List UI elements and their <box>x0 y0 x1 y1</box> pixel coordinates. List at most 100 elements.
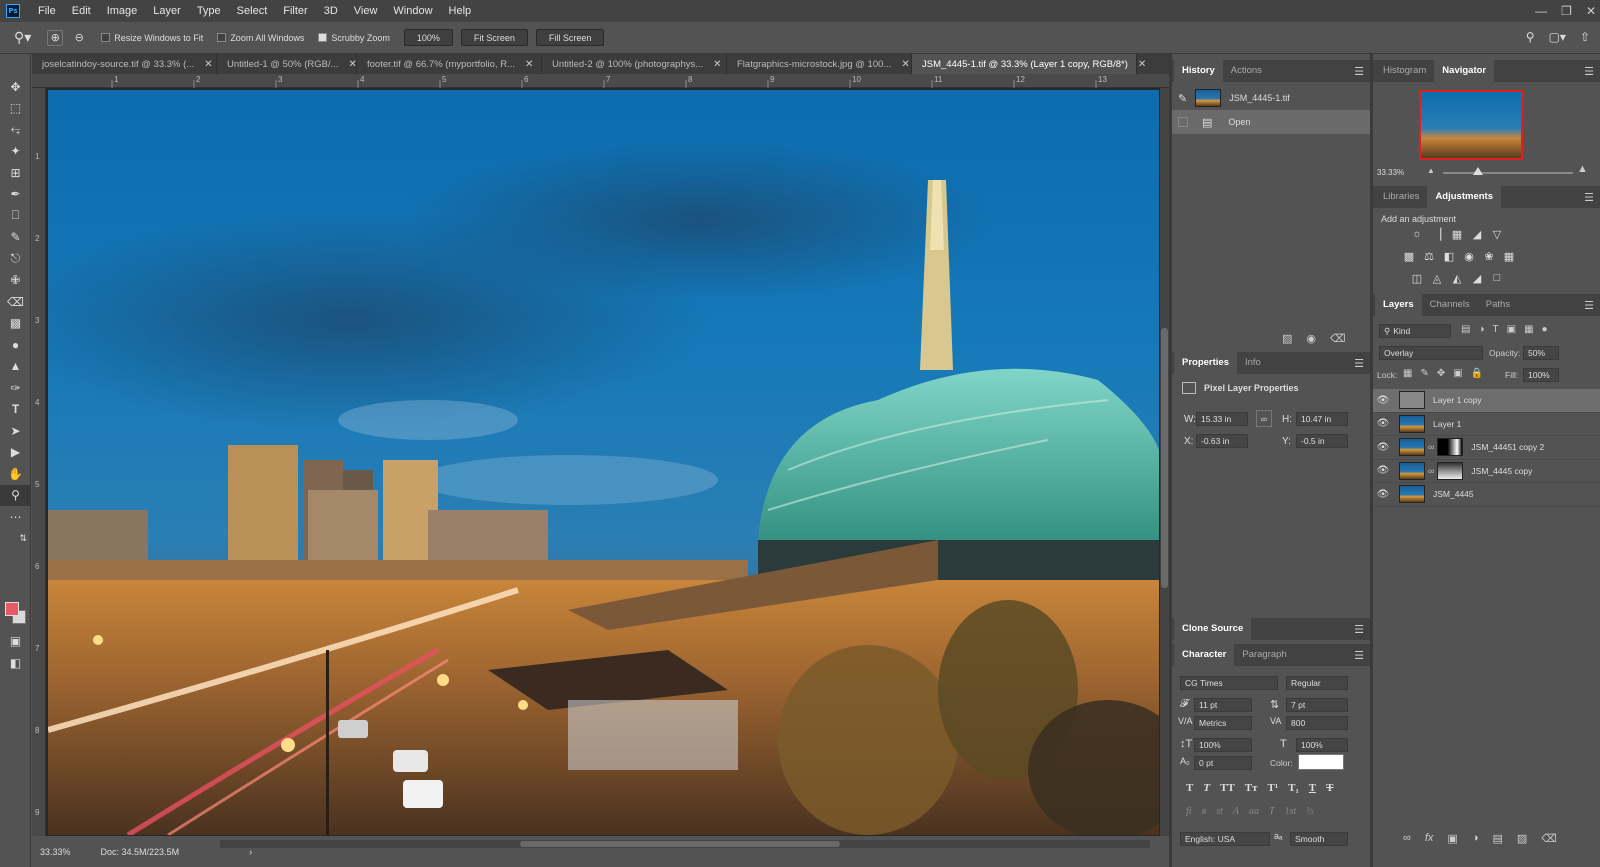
zoom-out-mountain-icon[interactable]: ▲ <box>1427 166 1435 175</box>
menu-help[interactable]: Help <box>441 0 480 22</box>
panel-menu-icon[interactable]: ☰ <box>1354 65 1364 78</box>
lock-transparent-icon[interactable]: ▦ <box>1403 368 1412 379</box>
close-tab-icon[interactable]: ✕ <box>713 59 721 70</box>
zoom-100-button[interactable]: 100% <box>403 29 453 46</box>
brightness-icon[interactable]: ☼ <box>1409 226 1425 242</box>
faux-italic-icon[interactable]: T <box>1203 782 1210 794</box>
tab-character[interactable]: Character <box>1174 644 1235 666</box>
trash-icon[interactable]: ⌫ <box>1541 832 1557 845</box>
visibility-eye-icon[interactable]: 👁 <box>1373 442 1393 453</box>
link-dimensions-icon[interactable]: ∞ <box>1256 410 1272 427</box>
menu-select[interactable]: Select <box>229 0 276 22</box>
underline-icon[interactable]: T <box>1309 782 1316 794</box>
fill-screen-button[interactable]: Fill Screen <box>535 29 605 46</box>
screen-mode-icon[interactable]: ◧ <box>0 652 31 674</box>
small-caps-icon[interactable]: Tт <box>1245 782 1258 794</box>
opacity-field[interactable]: 50% <box>1523 346 1559 360</box>
black-white-icon[interactable]: ◧ <box>1441 248 1457 264</box>
navigator-zoom-value[interactable]: 33.33% <box>1377 168 1404 177</box>
scrollbar-thumb[interactable] <box>520 841 840 847</box>
mask-link-icon[interactable]: ∞ <box>1428 442 1434 452</box>
layer-filter-kind[interactable]: ⚲ Kind <box>1379 324 1451 338</box>
camera-icon[interactable]: ◉ <box>1306 332 1316 345</box>
titling-icon[interactable]: aa <box>1249 806 1259 817</box>
doc-tab-1[interactable]: joselcatindoy-source.tif @ 33.3% (... ✕ <box>32 54 217 74</box>
faux-bold-icon[interactable]: T <box>1186 782 1193 794</box>
marquee-tool-icon[interactable]: ⬚ <box>0 98 31 120</box>
visibility-eye-icon[interactable]: 👁 <box>1373 418 1393 429</box>
menu-image[interactable]: Image <box>99 0 146 22</box>
font-size-field[interactable]: 11 pt <box>1194 698 1252 712</box>
ordinal-icon[interactable]: A <box>1233 806 1239 817</box>
x-field[interactable]: -0.63 in <box>1196 434 1248 448</box>
superscript-icon[interactable]: T¹ <box>1268 782 1279 794</box>
menu-view[interactable]: View <box>346 0 386 22</box>
visibility-eye-icon[interactable]: 👁 <box>1373 489 1393 500</box>
tab-actions[interactable]: Actions <box>1223 60 1270 82</box>
shape-tool-icon[interactable]: ▶ <box>0 442 31 464</box>
zoom-tool-icon[interactable]: ⚲ <box>0 484 31 506</box>
zoom-tool-icon[interactable]: ⚲▾ <box>14 29 31 46</box>
link-layers-icon[interactable]: ∞ <box>1403 832 1411 845</box>
font-style-select[interactable]: Regular <box>1286 676 1348 690</box>
search-icon[interactable]: ⚲ <box>1526 30 1535 44</box>
gradient-map-icon[interactable]: □ <box>1489 270 1505 286</box>
layer-mask-thumbnail[interactable] <box>1437 438 1464 457</box>
menu-layer[interactable]: Layer <box>145 0 189 22</box>
new-adjustment-icon[interactable]: ◑ <box>1472 832 1479 845</box>
trash-icon[interactable]: ⌫ <box>1330 332 1346 345</box>
tab-libraries[interactable]: Libraries <box>1375 186 1427 208</box>
scrubby-zoom-checkbox[interactable]: Scrubby Zoom <box>318 33 390 43</box>
exposure-icon[interactable]: ◢ <box>1469 226 1485 242</box>
menu-window[interactable]: Window <box>385 0 440 22</box>
kerning-field[interactable]: Metrics <box>1194 716 1252 730</box>
panel-menu-icon[interactable]: ☰ <box>1584 299 1594 312</box>
scrollbar-thumb[interactable] <box>1161 328 1168 588</box>
more-tools-icon[interactable]: ⋯ <box>0 506 31 528</box>
eraser-tool-icon[interactable]: ⌫ <box>0 291 31 313</box>
navigator-zoom-slider[interactable] <box>1443 172 1573 174</box>
zoom-level[interactable]: 33.33% <box>40 847 71 857</box>
dodge-tool-icon[interactable]: ▲ <box>0 356 31 378</box>
swap-colors-icon[interactable]: ⇅ <box>0 528 31 550</box>
text-color-swatch[interactable] <box>1298 754 1344 770</box>
brush-tool-icon[interactable]: ✎ <box>0 227 31 249</box>
history-snapshot[interactable]: ✎ JSM_4445-1.tif <box>1172 86 1370 110</box>
history-checkbox-icon[interactable] <box>1178 117 1188 127</box>
invert-icon[interactable]: ◫ <box>1409 270 1425 286</box>
doc-tab-4[interactable]: Untitled-2 @ 100% (photographys... ✕ <box>542 54 727 74</box>
tracking-field[interactable]: 800 <box>1286 716 1348 730</box>
close-tab-icon[interactable]: ✕ <box>349 59 357 70</box>
panel-menu-icon[interactable]: ☰ <box>1354 357 1364 370</box>
new-group-icon[interactable]: ▤ <box>1492 832 1502 845</box>
navigator-slider-handle[interactable] <box>1473 167 1483 175</box>
menu-type[interactable]: Type <box>189 0 229 22</box>
menu-edit[interactable]: Edit <box>64 0 99 22</box>
filter-smart-object-icon[interactable]: ▦ <box>1524 324 1533 335</box>
gradient-tool-icon[interactable]: ▩ <box>0 313 31 335</box>
visibility-eye-icon[interactable]: 👁 <box>1373 465 1393 476</box>
panel-menu-icon[interactable]: ☰ <box>1354 649 1364 662</box>
resize-windows-checkbox[interactable]: Resize Windows to Fit <box>101 33 203 43</box>
history-brush-icon[interactable]: ✙ <box>0 270 31 292</box>
hue-saturation-icon[interactable]: ▩ <box>1401 248 1417 264</box>
document-canvas[interactable] <box>46 88 1169 836</box>
tab-properties[interactable]: Properties <box>1174 352 1237 374</box>
type-tool-icon[interactable]: T <box>0 399 31 421</box>
vibrance-icon[interactable]: ▽ <box>1489 226 1505 242</box>
doc-tab-3[interactable]: footer.tif @ 66.7% (myportfolio, R... ✕ <box>357 54 542 74</box>
titling-alternates-icon[interactable]: T <box>1269 806 1275 817</box>
healing-brush-icon[interactable]: ⎕ <box>0 205 31 227</box>
new-document-from-state-icon[interactable]: ▨ <box>1282 332 1292 345</box>
layer-row[interactable]: 👁 ∞ JSM_44451 copy 2 <box>1373 436 1600 460</box>
close-tab-icon[interactable]: ✕ <box>1138 59 1146 70</box>
zoom-in-mountain-icon[interactable]: ▲ <box>1577 163 1588 175</box>
discretionary-ligature-icon[interactable]: st <box>1216 806 1223 817</box>
navigator-preview[interactable] <box>1419 90 1523 160</box>
width-field[interactable]: 15.33 in <box>1196 412 1248 426</box>
baseline-shift-field[interactable]: 0 pt <box>1194 756 1252 770</box>
close-tab-icon[interactable]: ✕ <box>525 59 533 70</box>
vertical-scrollbar[interactable] <box>1160 88 1169 836</box>
layer-row[interactable]: 👁 Layer 1 copy <box>1373 389 1600 413</box>
layer-row[interactable]: 👁 ∞ JSM_4445 copy <box>1373 460 1600 483</box>
